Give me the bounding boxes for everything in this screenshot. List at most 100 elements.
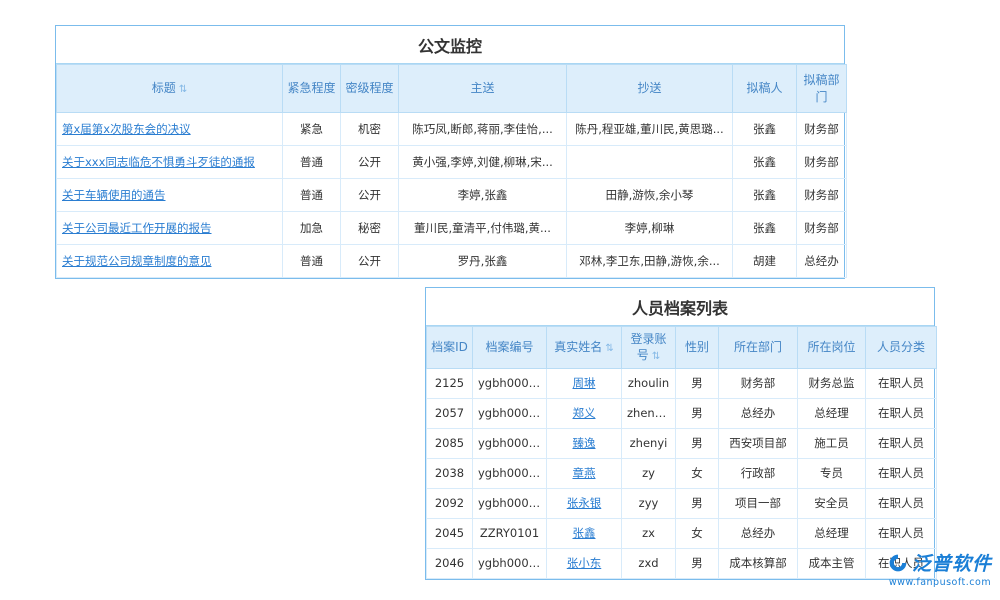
dept-cell: 成本核算部 bbox=[719, 548, 798, 578]
table-row: 2045 ZZRY0101 张鑫 zx 女 总经办 总经理 在职人员 bbox=[427, 518, 937, 548]
col-header-file-id: 档案ID bbox=[427, 327, 473, 369]
file-id-cell: 2125 bbox=[427, 368, 473, 398]
col-header-account[interactable]: 登录账号⇅ bbox=[622, 327, 676, 369]
main-send-cell: 董川民,童清平,付伟璐,黄... bbox=[399, 212, 567, 245]
col-header-account-label: 登录账号 bbox=[630, 332, 666, 362]
personnel-body: 2125 ygbh000070 周琳 zhoulin 男 财务部 财务总监 在职… bbox=[427, 368, 937, 578]
file-id-cell: 2092 bbox=[427, 488, 473, 518]
draft-dept-cell: 总经办 bbox=[797, 245, 847, 278]
draft-dept-cell: 财务部 bbox=[797, 179, 847, 212]
col-header-real-name[interactable]: 真实姓名⇅ bbox=[547, 327, 622, 369]
doc-title-link[interactable]: 关于规范公司规章制度的意见 bbox=[62, 254, 212, 268]
doc-title-link[interactable]: 关于公司最近工作开展的报告 bbox=[62, 221, 212, 235]
drafter-cell: 张鑫 bbox=[733, 179, 797, 212]
col-header-category: 人员分类 bbox=[866, 327, 937, 369]
copy-send-cell: 邓林,李卫东,田静,游恢,余... bbox=[567, 245, 733, 278]
sort-icon[interactable]: ⇅ bbox=[179, 84, 187, 95]
main-send-cell: 李婷,张鑫 bbox=[399, 179, 567, 212]
table-row: 第x届第x次股东会的决议 紧急 机密 陈巧凤,断郎,蒋丽,李佳怡,... 陈丹,… bbox=[57, 113, 847, 146]
table-row: 关于xxx同志临危不惧勇斗歹徒的通报 普通 公开 黄小强,李婷,刘健,柳琳,宋.… bbox=[57, 146, 847, 179]
col-header-post: 所在岗位 bbox=[798, 327, 866, 369]
real-name-cell: 张鑫 bbox=[547, 518, 622, 548]
drafter-cell: 胡建 bbox=[733, 245, 797, 278]
secrecy-cell: 公开 bbox=[341, 179, 399, 212]
real-name-link[interactable]: 周琳 bbox=[573, 376, 596, 390]
drafter-cell: 张鑫 bbox=[733, 212, 797, 245]
doc-title-link[interactable]: 关于xxx同志临危不惧勇斗歹徒的通报 bbox=[62, 155, 255, 169]
table-row: 2046 ygbh000050 张小东 zxd 男 成本核算部 成本主管 在职人… bbox=[427, 548, 937, 578]
category-cell: 在职人员 bbox=[866, 398, 937, 428]
post-cell: 总经理 bbox=[798, 518, 866, 548]
file-code-cell: ZZRY0101 bbox=[473, 518, 547, 548]
gender-cell: 男 bbox=[676, 548, 719, 578]
doc-title-cell: 关于车辆使用的通告 bbox=[57, 179, 283, 212]
category-cell: 在职人员 bbox=[866, 368, 937, 398]
real-name-link[interactable]: 张鑫 bbox=[573, 526, 596, 540]
dept-cell: 西安项目部 bbox=[719, 428, 798, 458]
secrecy-cell: 公开 bbox=[341, 146, 399, 179]
col-header-title-label: 标题 bbox=[152, 81, 176, 95]
fanpu-logo-icon bbox=[888, 553, 908, 573]
main-send-cell: 黄小强,李婷,刘健,柳琳,宋... bbox=[399, 146, 567, 179]
post-cell: 财务总监 bbox=[798, 368, 866, 398]
gender-cell: 男 bbox=[676, 398, 719, 428]
draft-dept-cell: 财务部 bbox=[797, 146, 847, 179]
col-header-real-name-label: 真实姓名 bbox=[554, 340, 602, 354]
doc-title-link[interactable]: 关于车辆使用的通告 bbox=[62, 188, 166, 202]
col-header-dept: 所在部门 bbox=[719, 327, 798, 369]
draft-dept-cell: 财务部 bbox=[797, 212, 847, 245]
col-header-main-send: 主送 bbox=[399, 65, 567, 113]
file-id-cell: 2046 bbox=[427, 548, 473, 578]
urgency-cell: 普通 bbox=[283, 179, 341, 212]
sort-icon[interactable]: ⇅ bbox=[652, 351, 660, 362]
copy-send-cell: 李婷,柳琳 bbox=[567, 212, 733, 245]
col-header-drafter: 拟稿人 bbox=[733, 65, 797, 113]
real-name-link[interactable]: 章燕 bbox=[573, 466, 596, 480]
urgency-cell: 普通 bbox=[283, 245, 341, 278]
real-name-link[interactable]: 张小东 bbox=[567, 556, 602, 570]
gender-cell: 男 bbox=[676, 368, 719, 398]
table-row: 关于公司最近工作开展的报告 加急 秘密 董川民,童清平,付伟璐,黄... 李婷,… bbox=[57, 212, 847, 245]
file-id-cell: 2038 bbox=[427, 458, 473, 488]
secrecy-cell: 秘密 bbox=[341, 212, 399, 245]
account-cell: zyy bbox=[622, 488, 676, 518]
personnel-header-row: 档案ID 档案编号 真实姓名⇅ 登录账号⇅ 性别 所在部门 所在岗位 人员分类 bbox=[427, 327, 937, 369]
post-cell: 安全员 bbox=[798, 488, 866, 518]
col-header-title[interactable]: 标题⇅ bbox=[57, 65, 283, 113]
gender-cell: 女 bbox=[676, 458, 719, 488]
file-code-cell: ygbh000111 bbox=[473, 428, 547, 458]
file-code-cell: ygbh000070 bbox=[473, 368, 547, 398]
file-code-cell: ygbh000050 bbox=[473, 548, 547, 578]
category-cell: 在职人员 bbox=[866, 458, 937, 488]
doc-title-link[interactable]: 第x届第x次股东会的决议 bbox=[62, 122, 191, 136]
category-cell: 在职人员 bbox=[866, 428, 937, 458]
real-name-link[interactable]: 张永银 bbox=[567, 496, 602, 510]
main-send-cell: 罗丹,张鑫 bbox=[399, 245, 567, 278]
table-row: 2125 ygbh000070 周琳 zhoulin 男 财务部 财务总监 在职… bbox=[427, 368, 937, 398]
category-cell: 在职人员 bbox=[866, 488, 937, 518]
drafter-cell: 张鑫 bbox=[733, 146, 797, 179]
real-name-cell: 张小东 bbox=[547, 548, 622, 578]
doc-monitor-title: 公文监控 bbox=[56, 26, 844, 64]
copy-send-cell: 田静,游恢,余小琴 bbox=[567, 179, 733, 212]
page: 公文监控 标题⇅ 紧急程度 密级程度 主送 抄送 拟稿人 拟稿部门 第 bbox=[0, 0, 1000, 600]
col-header-file-code: 档案编号 bbox=[473, 327, 547, 369]
real-name-link[interactable]: 郑义 bbox=[573, 406, 596, 420]
file-id-cell: 2085 bbox=[427, 428, 473, 458]
col-header-urgency: 紧急程度 bbox=[283, 65, 341, 113]
real-name-link[interactable]: 臻逸 bbox=[573, 436, 596, 450]
post-cell: 成本主管 bbox=[798, 548, 866, 578]
doc-monitor-header-row: 标题⇅ 紧急程度 密级程度 主送 抄送 拟稿人 拟稿部门 bbox=[57, 65, 847, 113]
sort-icon[interactable]: ⇅ bbox=[605, 343, 613, 354]
account-cell: zx bbox=[622, 518, 676, 548]
table-row: 关于车辆使用的通告 普通 公开 李婷,张鑫 田静,游恢,余小琴 张鑫 财务部 bbox=[57, 179, 847, 212]
urgency-cell: 加急 bbox=[283, 212, 341, 245]
table-row: 2057 ygbh000068 郑义 zhengyi 男 总经办 总经理 在职人… bbox=[427, 398, 937, 428]
category-cell: 在职人员 bbox=[866, 518, 937, 548]
secrecy-cell: 公开 bbox=[341, 245, 399, 278]
real-name-cell: 郑义 bbox=[547, 398, 622, 428]
secrecy-cell: 机密 bbox=[341, 113, 399, 146]
real-name-cell: 章燕 bbox=[547, 458, 622, 488]
post-cell: 专员 bbox=[798, 458, 866, 488]
real-name-cell: 臻逸 bbox=[547, 428, 622, 458]
